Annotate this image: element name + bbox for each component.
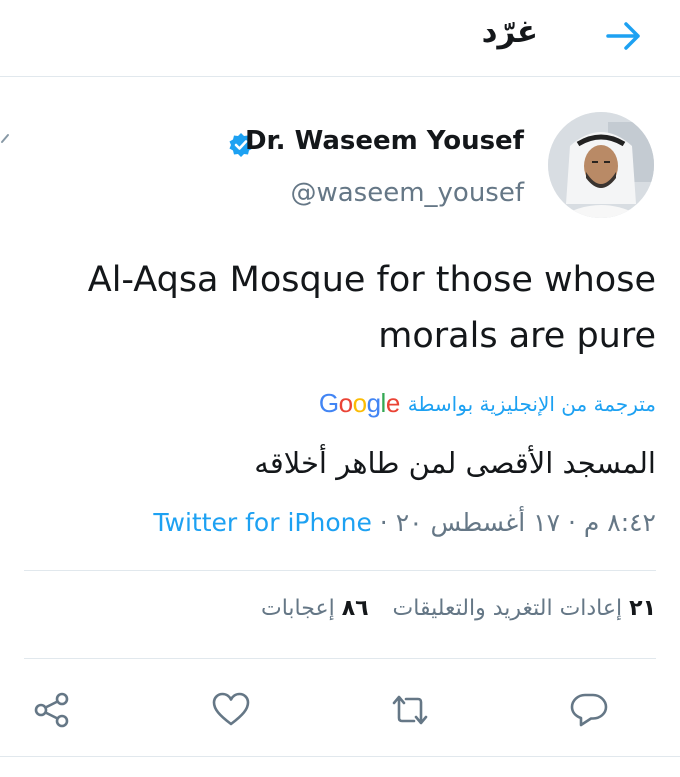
retweet-icon	[392, 695, 428, 725]
display-name[interactable]: Dr. Waseem Yousef	[245, 126, 524, 156]
divider	[24, 570, 656, 571]
tweet-stats: ٢١ إعادات التغريد والتعليقات ٨٦ إعجابات	[261, 596, 656, 621]
retweets-stat[interactable]: ٢١ إعادات التغريد والتعليقات	[393, 596, 656, 621]
source-link[interactable]: Twitter for iPhone	[153, 508, 371, 537]
tweet-meta: ٨:٤٢ م · ١٧ أغسطس ٢٠ · Twitter for iPhon…	[153, 508, 656, 537]
top-bar: غرّد	[0, 0, 680, 77]
user-handle[interactable]: @waseem_yousef	[290, 178, 524, 208]
retweets-count: ٢١	[629, 596, 656, 621]
translated-text: المسجد الأقصى لمن طاهر أخلاقه	[254, 446, 656, 480]
translated-by-link[interactable]: مترجمة من الإنجليزية بواسطة Google	[319, 388, 656, 419]
heart-icon	[212, 692, 250, 726]
tweet-text-line: Al-Aqsa Mosque for those whose	[87, 260, 656, 300]
likes-stat[interactable]: ٨٦ إعجابات	[261, 596, 369, 621]
translated-by-label: مترجمة من الإنجليزية بواسطة	[407, 391, 656, 416]
tweet-text-line: morals are pure	[378, 316, 656, 356]
action-bar	[0, 682, 680, 738]
like-button[interactable]	[203, 682, 259, 738]
share-icon	[34, 692, 69, 728]
tweet-text: Al-Aqsa Mosque for those whose morals ar…	[0, 252, 656, 364]
google-logo: Google	[318, 388, 400, 418]
share-button[interactable]	[24, 682, 80, 738]
divider	[24, 658, 656, 659]
divider	[0, 756, 680, 757]
reply-icon	[570, 693, 608, 727]
reply-button[interactable]	[561, 682, 617, 738]
retweet-button[interactable]	[382, 682, 438, 738]
likes-count: ٨٦	[341, 596, 369, 621]
timestamp: ٨:٤٢ م · ١٧ أغسطس ٢٠ ·	[371, 508, 656, 537]
caret-icon	[0, 133, 10, 151]
page-title: غرّد	[481, 14, 538, 50]
retweets-label: إعادات التغريد والتعليقات	[392, 596, 623, 621]
avatar[interactable]	[548, 112, 654, 218]
likes-label: إعجابات	[261, 596, 335, 621]
arrow-right-icon[interactable]	[604, 18, 644, 54]
